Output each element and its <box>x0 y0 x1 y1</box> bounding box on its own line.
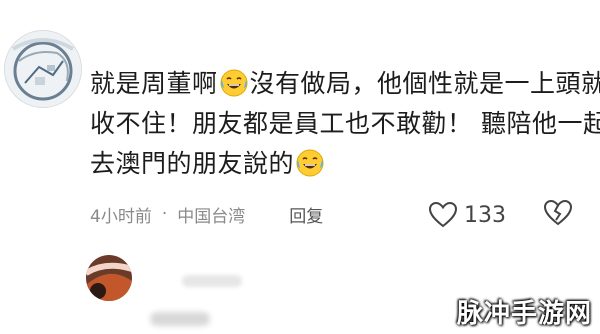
comment-meta-row: 4小时前 · 中国台湾 回复 <box>90 198 590 230</box>
laughing-tears-emoji-icon <box>296 149 324 177</box>
avatar-map-image <box>5 31 81 107</box>
next-comment-text-blurred <box>150 312 210 326</box>
comment-text-segment: 就是周董啊 <box>90 69 218 98</box>
heart-icon <box>428 201 458 228</box>
user-avatar[interactable] <box>4 30 82 108</box>
avatar-image <box>86 255 132 301</box>
next-comment-username-blurred <box>182 275 242 287</box>
reply-button[interactable]: 回复 <box>289 202 323 227</box>
next-comment-avatar[interactable] <box>86 255 132 301</box>
comment-line-2: 收不住！朋友都是員工也不敢勸！ 聽陪他一起 <box>90 109 600 138</box>
like-button[interactable]: 133 <box>428 199 506 231</box>
comment-line-3: 去澳門的朋友說的 <box>90 144 590 184</box>
dislike-button[interactable] <box>543 199 573 231</box>
meta-separator: · <box>161 204 168 224</box>
site-watermark: 脉冲手游网 <box>456 299 592 329</box>
laughing-tears-emoji-icon <box>220 69 248 97</box>
comment-timestamp: 4小时前 <box>90 206 152 227</box>
comment-text-segment: 沒有做局，他個性就是一上頭就 <box>249 69 600 98</box>
comment-screen: 就是周董啊 沒有做局，他個性就是一上頭就 收不住！朋友都是員工也不敢勸！ 聽陪他… <box>0 0 600 334</box>
comment-text-segment: 去澳門的朋友說的 <box>90 149 295 178</box>
like-count: 133 <box>464 202 506 228</box>
comment-line-1: 就是周董啊 沒有做局，他個性就是一上頭就 <box>90 64 600 104</box>
comment-body: 就是周董啊 沒有做局，他個性就是一上頭就 收不住！朋友都是員工也不敢勸！ 聽陪他… <box>90 64 600 184</box>
broken-heart-icon <box>543 199 573 226</box>
comment-location: 中国台湾 <box>177 206 246 227</box>
